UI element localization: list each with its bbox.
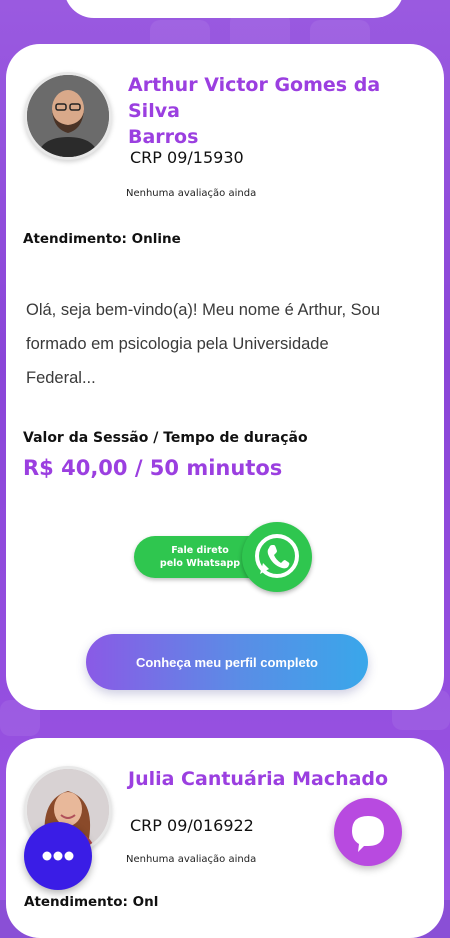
whatsapp-label-line: Fale direto (171, 545, 229, 556)
person-photo-icon (27, 75, 109, 157)
whatsapp-label-line: pelo Whatsapp (159, 558, 241, 569)
menu-button[interactable] (24, 822, 92, 890)
crp-number: CRP 09/016922 (130, 816, 254, 835)
whatsapp-label: Fale direto pelo Whatsapp (142, 544, 258, 570)
chat-button[interactable] (334, 798, 402, 866)
rating-text: Nenhuma avaliação ainda (126, 854, 257, 865)
bio-line: Federal... (26, 369, 96, 387)
bio-line: Olá, seja bem-vindo(a)! Meu nome é Arthu… (26, 301, 381, 319)
psychologist-name[interactable]: Julia Cantuária Machado (128, 766, 434, 792)
price-label: Valor da Sessão / Tempo de duração (23, 430, 308, 446)
name-line: Arthur Victor Gomes da Silva (128, 74, 381, 122)
bio-text: Olá, seja bem-vindo(a)! Meu nome é Arthu… (26, 293, 436, 395)
service-mode: Atendimento: Online (23, 231, 181, 247)
whatsapp-logo-icon (255, 534, 299, 578)
rating-text: Nenhuma avaliação ainda (126, 188, 257, 199)
avatar (24, 72, 112, 160)
price-value: R$ 40,00 / 50 minutos (23, 456, 283, 480)
psychologist-name[interactable]: Arthur Victor Gomes da Silva Barros (128, 72, 434, 150)
crp-number: CRP 09/15930 (130, 148, 244, 167)
bio-line: formado em psicologia pela Universidade (26, 335, 329, 353)
service-mode: Atendimento: Onl (24, 894, 159, 910)
profile-card: Arthur Victor Gomes da Silva Barros CRP … (6, 44, 444, 710)
name-line: Barros (128, 126, 199, 148)
view-full-profile-button[interactable]: Conheça meu perfil completo (86, 634, 368, 690)
whatsapp-button[interactable]: Fale direto pelo Whatsapp (134, 520, 316, 594)
chat-bubble-icon (352, 816, 384, 852)
dots-icon (42, 851, 74, 861)
previous-profile-card (64, 0, 404, 18)
whatsapp-icon (242, 522, 312, 592)
cta-label: Conheça meu perfil completo (135, 655, 319, 670)
